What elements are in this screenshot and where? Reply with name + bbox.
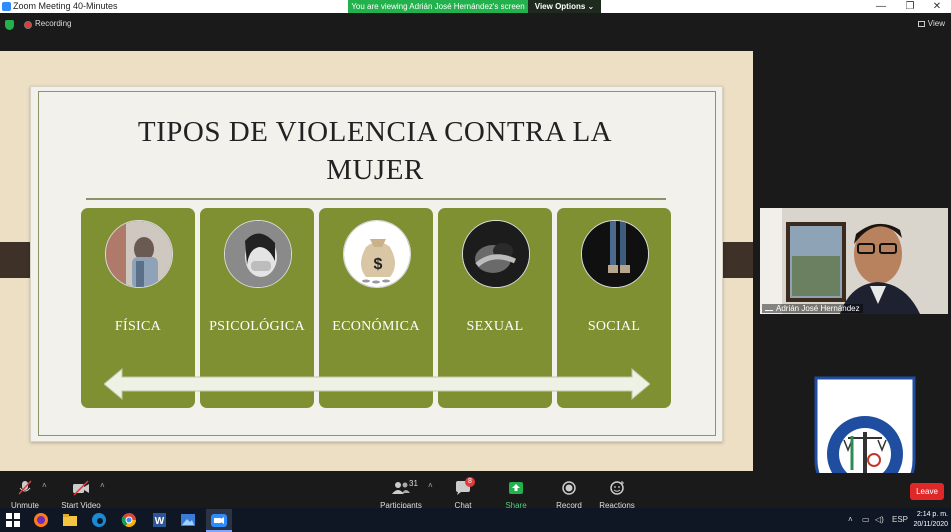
close-button[interactable]: ✕ (923, 0, 951, 13)
card-label-psicologica: PSICOLÓGICA (209, 319, 305, 334)
volume-icon[interactable]: ◁) (875, 508, 884, 532)
share-screen-icon (509, 482, 523, 494)
view-label: View (927, 19, 945, 28)
windows-taskbar (0, 508, 951, 532)
recording-icon (24, 21, 32, 29)
windows-start-icon[interactable] (4, 511, 22, 529)
audio-options-caret-icon[interactable]: ˄ (42, 481, 47, 490)
firefox-icon[interactable] (32, 511, 50, 529)
camera-off-icon (73, 480, 89, 496)
participant-video-tile[interactable]: Adrián José Hernández (760, 208, 948, 314)
card-photo-fisica (105, 220, 173, 288)
screen-share-banner: You are viewing Adrián José Hernández's … (348, 0, 528, 13)
unmute-button[interactable]: Unmute (6, 473, 44, 510)
grid-view-icon (917, 20, 925, 27)
slide-title: TIPOS DE VIOLENCIA CONTRA LA MUJER (90, 113, 660, 189)
reactions-smiley-icon (610, 481, 624, 495)
view-button[interactable]: View (917, 19, 945, 28)
file-explorer-icon[interactable] (61, 511, 79, 529)
card-label-fisica: FÍSICA (114, 319, 162, 334)
restore-button[interactable]: ❐ (896, 0, 924, 13)
reactions-button[interactable]: Reactions (598, 473, 636, 510)
view-options-button[interactable]: View Options ⌄ (528, 0, 601, 13)
participant-name-tag: Adrián José Hernández (762, 304, 863, 313)
video-options-caret-icon[interactable]: ˄ (100, 481, 105, 490)
minimize-button[interactable]: — (867, 0, 895, 13)
chat-unread-badge: 8 (465, 477, 475, 487)
card-label-sexual: SEXUAL (466, 319, 524, 334)
chrome-icon[interactable] (120, 511, 138, 529)
participants-count: 31 (409, 479, 418, 488)
double-arrow-graphic (104, 368, 650, 400)
participant-name: Adrián José Hernández (776, 304, 860, 313)
taskbar-clock[interactable]: 2:14 p. m. 20/11/2020 (906, 510, 948, 530)
svg-text:W: W (155, 516, 165, 527)
svg-text:$: $ (374, 256, 383, 273)
tray-overflow-icon[interactable]: ˄ (848, 508, 853, 532)
slide-title-line-2: MUJER (326, 154, 424, 186)
participant-video-feed (760, 208, 948, 314)
slide-title-line-1: TIPOS DE VIOLENCIA CONTRA LA (137, 116, 613, 148)
clock-time: 2:14 p. m. (916, 511, 948, 518)
microphone-muted-icon (18, 480, 32, 495)
edge-browser-icon[interactable] (90, 511, 108, 529)
card-label-social: SOCIAL (587, 319, 641, 334)
leave-meeting-button[interactable]: Leave (910, 483, 944, 500)
zoom-taskbar-icon[interactable] (206, 509, 232, 532)
signal-strength-icon (765, 305, 773, 311)
card-photo-psicologica (224, 220, 292, 288)
window-title: Zoom Meeting 40-Minutes (13, 1, 118, 11)
title-divider (86, 198, 666, 200)
participants-options-caret-icon[interactable]: ˄ (428, 481, 433, 490)
share-screen-button[interactable]: Share Screen (492, 473, 540, 519)
card-photo-social (581, 220, 649, 288)
card-photo-economica: $ (343, 220, 411, 288)
record-icon (562, 481, 576, 495)
zoom-app-icon (2, 2, 11, 11)
start-video-button[interactable]: Start Video (60, 473, 102, 510)
card-label-economica: ECONÓMICA (332, 319, 420, 334)
clock-date: 20/11/2020 (913, 521, 948, 528)
record-button[interactable]: Record (553, 473, 585, 510)
word-icon[interactable]: W (150, 511, 168, 529)
network-icon[interactable]: ▭ (862, 508, 870, 532)
photos-app-icon[interactable] (179, 511, 197, 529)
card-photo-sexual (462, 220, 530, 288)
security-shield-icon[interactable] (5, 20, 14, 30)
meeting-top-strip: Recording View (0, 13, 951, 37)
recording-label: Recording (35, 19, 72, 28)
